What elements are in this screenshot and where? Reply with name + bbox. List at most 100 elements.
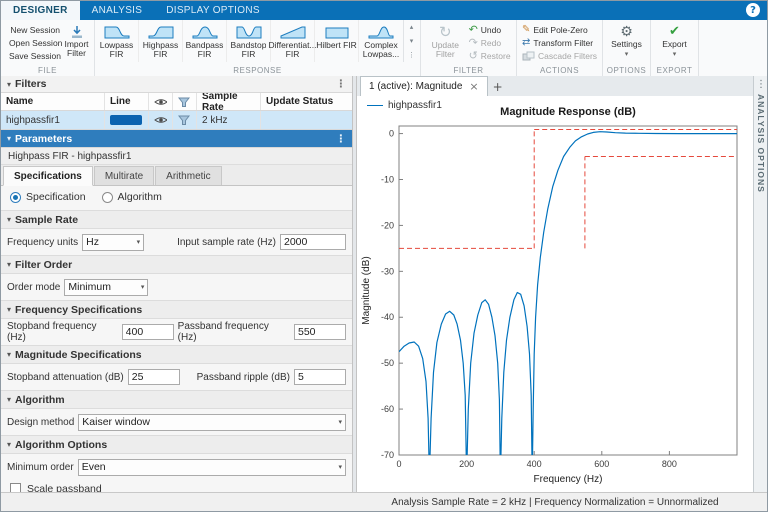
stopband-frequency-input[interactable] — [121, 324, 174, 340]
filter-line-cell[interactable] — [105, 111, 149, 129]
svg-text:Magnitude Response (dB): Magnitude Response (dB) — [500, 106, 636, 118]
section-magnitude-specifications[interactable]: ▾ Magnitude Specifications — [1, 345, 352, 364]
response-highpass-fir[interactable]: Highpass FIR — [139, 20, 183, 62]
response-complex-lowpass-fir[interactable]: Complex Lowpas... — [359, 20, 403, 62]
filters-panel-title: Filters — [15, 78, 47, 90]
minimum-order-select[interactable]: Even ▾ — [77, 458, 346, 476]
tab-multirate[interactable]: Multirate — [93, 166, 155, 185]
section-algorithm-options[interactable]: ▾ Algorithm Options — [1, 435, 352, 454]
filters-overflow-icon[interactable]: ⋮ — [336, 78, 347, 90]
update-filter-icon: ↻ — [438, 23, 452, 41]
open-session-label: Open Session — [9, 37, 62, 48]
section-filter-order[interactable]: ▾ Filter Order — [1, 255, 352, 274]
open-session-button[interactable]: Open Session — [4, 36, 62, 49]
section-frequency-specifications[interactable]: ▾ Frequency Specifications — [1, 300, 352, 319]
filter-visibility-cell[interactable] — [149, 111, 173, 129]
new-analysis-tab-button[interactable]: + — [488, 77, 508, 96]
gallery-down-icon[interactable]: ▾ — [410, 37, 414, 45]
tab-designer[interactable]: DESIGNER — [1, 1, 80, 20]
export-section-label: EXPORT — [656, 66, 693, 75]
response-lowpass-fir[interactable]: Lowpass FIR — [95, 20, 139, 62]
design-method-row: Design method Kaiser window ▾ — [1, 409, 352, 435]
gallery-up-icon[interactable]: ▴ — [410, 23, 414, 31]
radio-specification[interactable]: Specification — [10, 191, 86, 203]
input-sample-rate-label: Input sample rate (Hz) — [177, 236, 276, 248]
passband-frequency-input[interactable] — [294, 324, 346, 340]
line-color-swatch[interactable] — [110, 115, 142, 125]
response-gallery-scroll[interactable]: ▴ ▾ ⋮ — [403, 20, 419, 62]
filters-table-header: Name Line Sample Rate Update Status — [1, 93, 352, 111]
collapse-icon: ▾ — [7, 134, 12, 143]
settings-button[interactable]: ⚙ Settings ▾ — [611, 23, 642, 62]
ribbon-section-response: Lowpass FIR Highpass FIR Bandpass FIR Ba… — [95, 20, 421, 76]
passband-frequency-label: Passband frequency (Hz) — [177, 321, 269, 343]
analysis-options-strip[interactable]: ⋮ ANALYSIS OPTIONS — [753, 76, 767, 493]
export-button[interactable]: ✔ Export ▾ — [662, 23, 687, 62]
design-method-select[interactable]: Kaiser window ▾ — [78, 413, 346, 431]
filter-row-highpassfir1[interactable]: highpassfir1 2 kHz — [1, 111, 352, 130]
stopband-frequency-label: Stopband frequency (Hz) — [7, 321, 97, 343]
analysis-tab-bar: 1 (active): Magnitude × + — [357, 76, 753, 97]
cascade-filters-button[interactable]: Cascade Filters — [520, 49, 599, 62]
gear-icon: ⚙ — [620, 24, 633, 40]
radio-dot — [101, 191, 113, 203]
legend-line-swatch — [367, 105, 383, 106]
strip-overflow-icon[interactable]: ⋮ — [756, 79, 766, 90]
options-section-label: OPTIONS — [606, 66, 647, 75]
undo-button[interactable]: ↶ Undo — [467, 23, 513, 36]
redo-button[interactable]: ↷ Redo — [467, 36, 513, 49]
parameters-panel-header[interactable]: ▾ Parameters ⋮ — [1, 130, 352, 148]
svg-text:-30: -30 — [381, 266, 394, 276]
svg-text:600: 600 — [594, 459, 609, 469]
tab-analysis[interactable]: ANALYSIS — [80, 1, 155, 20]
filter-mask-cell[interactable] — [173, 111, 197, 129]
collapse-icon: ▾ — [7, 305, 12, 314]
column-visibility — [149, 93, 173, 110]
update-filter-button[interactable]: ↻ Update Filter — [424, 23, 467, 62]
restore-button[interactable]: ↺ Restore — [467, 49, 513, 62]
parameters-subtitle: Highpass FIR - highpassfir1 — [1, 148, 352, 165]
section-sample-rate[interactable]: ▾ Sample Rate — [1, 210, 352, 229]
tab-arithmetic[interactable]: Arithmetic — [155, 166, 222, 185]
gallery-overflow-icon[interactable]: ⋮ — [408, 51, 415, 59]
response-differentiator-fir[interactable]: Differentiat... FIR — [268, 20, 317, 62]
tab-display-options[interactable]: DISPLAY OPTIONS — [154, 1, 272, 20]
save-session-label: Save Session — [9, 50, 61, 61]
plot-legend: highpassfir1 — [367, 100, 442, 111]
help-button[interactable]: ? — [746, 3, 760, 17]
filter-funnel-icon — [178, 115, 190, 125]
import-filter-button[interactable]: Import Filter — [62, 23, 91, 62]
tab-specifications[interactable]: Specifications — [3, 166, 93, 186]
svg-text:Frequency (Hz): Frequency (Hz) — [534, 474, 603, 485]
transform-filter-button[interactable]: ⇄ Transform Filter — [520, 36, 599, 49]
section-algorithm[interactable]: ▾ Algorithm — [1, 390, 352, 409]
hilbert-icon — [325, 27, 348, 39]
frequency-units-select[interactable]: Hz ▾ — [82, 233, 145, 251]
radio-algorithm[interactable]: Algorithm — [101, 191, 162, 203]
stopband-attenuation-input[interactable] — [127, 369, 180, 385]
magnitude-response-tab[interactable]: 1 (active): Magnitude × — [360, 76, 488, 97]
check-icon: ✔ — [669, 24, 680, 39]
new-session-button[interactable]: New Session — [4, 23, 62, 36]
response-bandstop-fir[interactable]: Bandstop FIR — [227, 20, 271, 62]
chevron-down-icon: ▾ — [672, 50, 677, 58]
filters-panel-header[interactable]: ▾ Filters ⋮ — [1, 76, 352, 93]
response-hilbert-fir[interactable]: Hilbert FIR — [315, 20, 359, 62]
collapse-icon: ▾ — [7, 79, 12, 89]
chevron-down-icon: ▾ — [136, 238, 141, 246]
response-bandpass-fir[interactable]: Bandpass FIR — [183, 20, 227, 62]
parameters-overflow-icon[interactable]: ⋮ — [336, 133, 347, 145]
order-mode-select[interactable]: Minimum ▾ — [64, 278, 149, 296]
design-mode-radio-group: Specification Algorithm — [1, 186, 352, 208]
passband-ripple-input[interactable] — [294, 369, 346, 385]
collapse-icon: ▾ — [7, 215, 12, 224]
filter-funnel-icon — [178, 97, 190, 107]
input-sample-rate-input[interactable] — [280, 234, 346, 250]
save-session-button[interactable]: Save Session ▾ — [4, 49, 62, 62]
differentiator-icon — [280, 26, 305, 39]
edit-pole-zero-button[interactable]: ✎ Edit Pole-Zero — [520, 23, 599, 36]
filter-name-cell: highpassfir1 — [1, 111, 105, 129]
close-tab-icon[interactable]: × — [469, 80, 478, 93]
collapse-icon: ▾ — [7, 440, 12, 449]
parameters-panel-title: Parameters — [15, 132, 73, 145]
